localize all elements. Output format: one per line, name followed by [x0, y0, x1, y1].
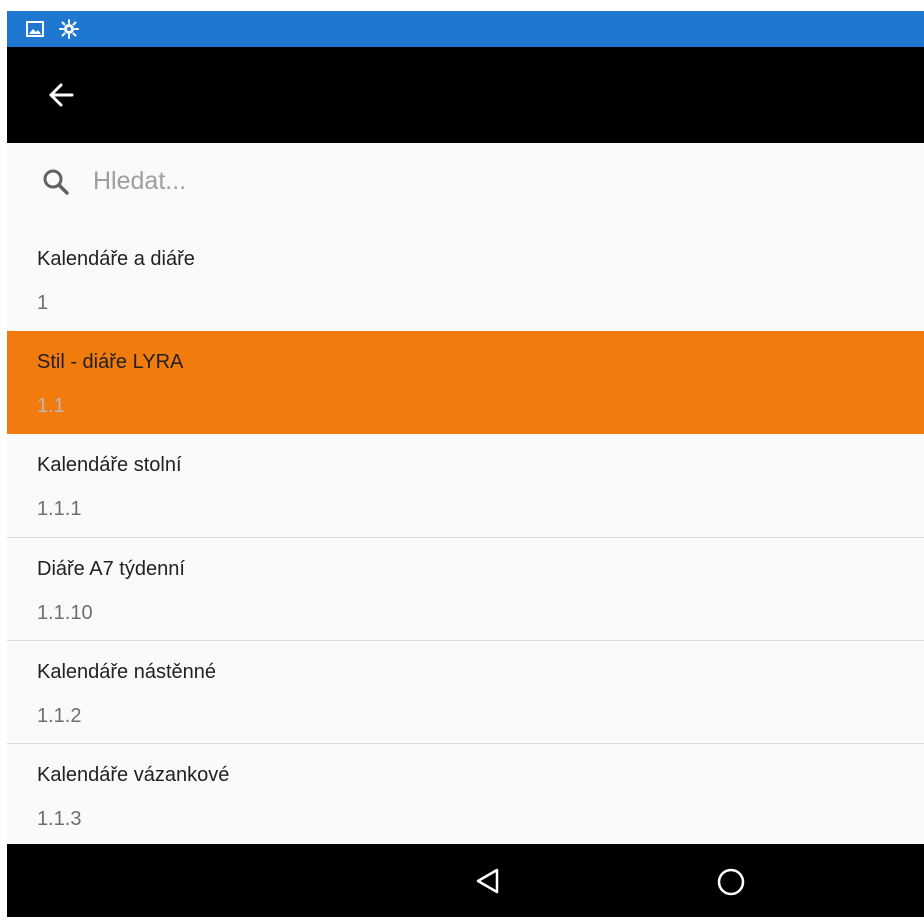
search-input[interactable] — [93, 157, 893, 205]
list-item-selected[interactable]: Stil - diáře LYRA 1.1 — [7, 331, 924, 434]
status-bar — [7, 11, 924, 47]
item-code: 1 — [37, 292, 49, 314]
list-item[interactable]: Kalendáře a diáře 1 — [7, 219, 924, 331]
list-item[interactable]: Diáře A7 týdenní 1.1.10 — [7, 537, 924, 640]
back-button[interactable] — [41, 77, 81, 117]
item-title: Kalendáře nástěnné — [37, 661, 217, 683]
item-code: 1.1.3 — [37, 808, 82, 830]
navigation-bar — [7, 844, 924, 917]
item-code: 1.1.10 — [37, 602, 93, 624]
toolbar — [7, 47, 924, 143]
item-code: 1.1 — [37, 395, 65, 417]
list-item[interactable]: Kalendáře nástěnné 1.1.2 — [7, 640, 924, 743]
arrow-left-icon — [47, 81, 75, 114]
app-notification-icon — [59, 19, 79, 39]
nav-home-icon[interactable] — [715, 866, 747, 898]
app-screen: Kalendáře a diáře 1 Stil - diáře LYRA 1.… — [7, 11, 924, 917]
nav-back-icon[interactable] — [473, 866, 503, 896]
item-code: 1.1.2 — [37, 705, 82, 727]
list-item[interactable]: Kalendáře vázankové 1.1.3 — [7, 743, 924, 846]
item-title: Stil - diáře LYRA — [37, 351, 184, 373]
item-code: 1.1.1 — [37, 498, 82, 520]
item-title: Kalendáře a diáře — [37, 248, 195, 270]
list-item[interactable]: Kalendáře stolní 1.1.1 — [7, 434, 924, 537]
item-title: Kalendáře vázankové — [37, 764, 230, 786]
image-icon — [25, 19, 45, 39]
category-list: Kalendáře a diáře 1 Stil - diáře LYRA 1.… — [7, 219, 924, 844]
search-bar — [7, 143, 924, 219]
item-title: Kalendáře stolní — [37, 454, 182, 476]
search-icon[interactable] — [41, 167, 71, 197]
item-title: Diáře A7 týdenní — [37, 558, 185, 580]
